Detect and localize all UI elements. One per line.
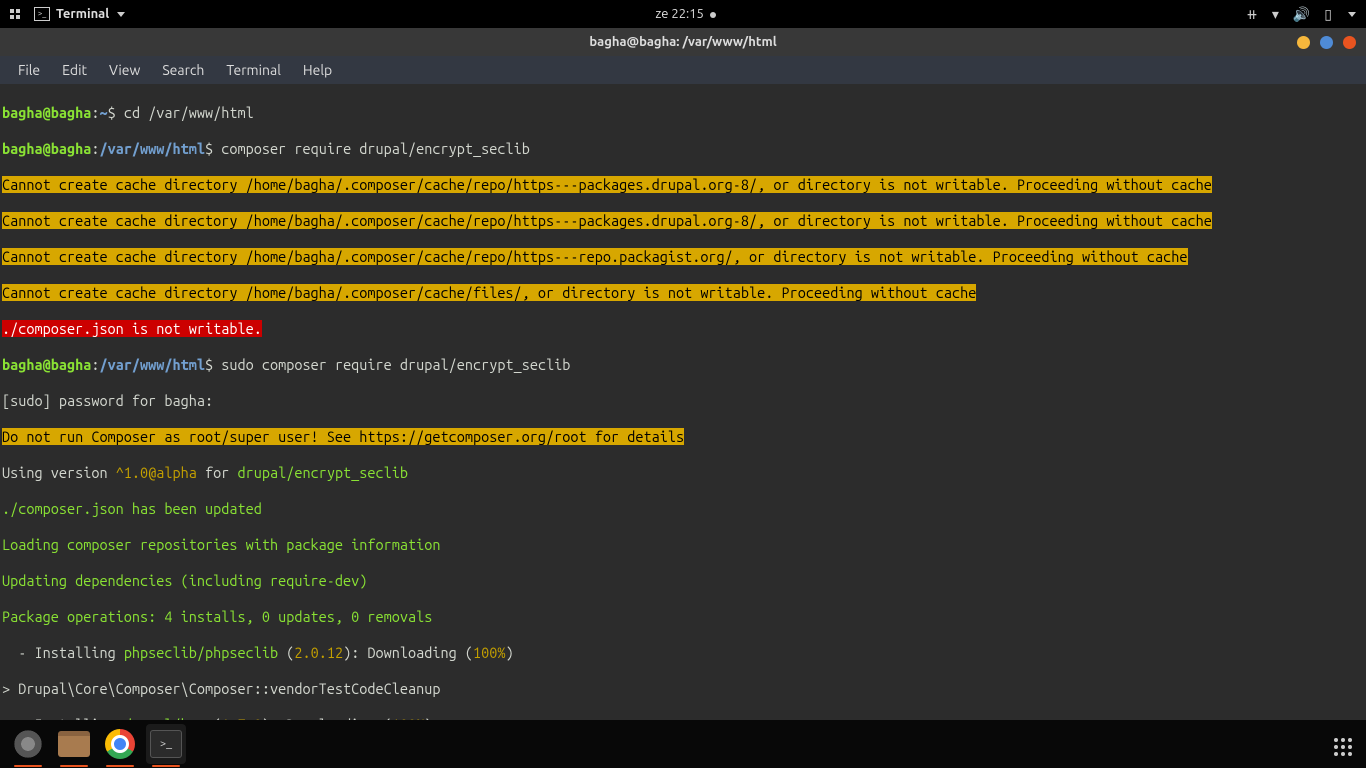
terminal-menubar: File Edit View Search Terminal Help bbox=[0, 56, 1366, 84]
volume-icon[interactable]: 🔊 bbox=[1293, 6, 1310, 23]
active-app-indicator[interactable]: Terminal bbox=[34, 7, 125, 21]
desktop-topbar: Terminal ze 22:15 ⧺ ▾ 🔊 ▯ bbox=[0, 0, 1366, 28]
terminal-output[interactable]: bagha@bagha:~$ cd /var/www/html bagha@ba… bbox=[0, 84, 1366, 720]
clock-label[interactable]: ze 22:15 bbox=[655, 7, 704, 21]
minimize-button[interactable] bbox=[1297, 36, 1310, 49]
error-line: ./composer.json is not writable. bbox=[2, 320, 1364, 338]
wifi-icon[interactable]: ▾ bbox=[1272, 6, 1279, 23]
menu-search[interactable]: Search bbox=[152, 58, 214, 82]
warning-line: Cannot create cache directory /home/bagh… bbox=[2, 248, 1364, 266]
menu-help[interactable]: Help bbox=[293, 58, 342, 82]
menu-view[interactable]: View bbox=[99, 58, 150, 82]
folder-icon bbox=[58, 731, 90, 757]
status-line: Updating dependencies (including require… bbox=[2, 572, 1364, 590]
dock-app-terminal[interactable] bbox=[146, 724, 186, 764]
menu-edit[interactable]: Edit bbox=[52, 58, 97, 82]
prompt-line: bagha@bagha:~$ cd /var/www/html bbox=[2, 104, 1364, 122]
dock-app-files[interactable] bbox=[54, 724, 94, 764]
output-line: > Drupal\Core\Composer\Composer::vendorT… bbox=[2, 680, 1364, 698]
warning-line: Cannot create cache directory /home/bagh… bbox=[2, 212, 1364, 230]
status-line: ./composer.json has been updated bbox=[2, 500, 1364, 518]
output-line: [sudo] password for bagha: bbox=[2, 392, 1364, 410]
terminal-icon bbox=[34, 7, 50, 21]
prompt-line: bagha@bagha:/var/www/html$ composer requ… bbox=[2, 140, 1364, 158]
bluetooth-icon[interactable]: ⧺ bbox=[1246, 6, 1258, 23]
warning-line: Cannot create cache directory /home/bagh… bbox=[2, 284, 1364, 302]
window-title: bagha@bagha: /var/www/html bbox=[589, 35, 776, 49]
chevron-down-icon bbox=[117, 12, 125, 17]
maximize-button[interactable] bbox=[1320, 36, 1333, 49]
active-app-label: Terminal bbox=[56, 7, 109, 21]
activities-icon[interactable] bbox=[10, 9, 20, 19]
install-line: - Installing phpseclib/phpseclib (2.0.12… bbox=[2, 644, 1364, 662]
notification-dot-icon bbox=[710, 12, 716, 18]
menu-file[interactable]: File bbox=[8, 58, 50, 82]
battery-icon[interactable]: ▯ bbox=[1324, 6, 1332, 23]
dock-app-settings[interactable] bbox=[8, 724, 48, 764]
warning-line: Do not run Composer as root/super user! … bbox=[2, 428, 1364, 446]
window-titlebar[interactable]: bagha@bagha: /var/www/html bbox=[0, 28, 1366, 56]
warning-line: Cannot create cache directory /home/bagh… bbox=[2, 176, 1364, 194]
show-applications-icon[interactable] bbox=[1334, 738, 1352, 756]
status-line: Package operations: 4 installs, 0 update… bbox=[2, 608, 1364, 626]
gear-icon bbox=[12, 728, 44, 760]
output-line: Using version ^1.0@alpha for drupal/encr… bbox=[2, 464, 1364, 482]
dock-app-chrome[interactable] bbox=[100, 724, 140, 764]
chrome-icon bbox=[105, 729, 135, 759]
menu-terminal[interactable]: Terminal bbox=[216, 58, 291, 82]
terminal-icon bbox=[150, 730, 182, 758]
close-button[interactable] bbox=[1343, 36, 1356, 49]
system-menu-chevron-icon[interactable] bbox=[1348, 12, 1356, 17]
prompt-line: bagha@bagha:/var/www/html$ sudo composer… bbox=[2, 356, 1364, 374]
status-line: Loading composer repositories with packa… bbox=[2, 536, 1364, 554]
dock bbox=[0, 720, 1366, 768]
